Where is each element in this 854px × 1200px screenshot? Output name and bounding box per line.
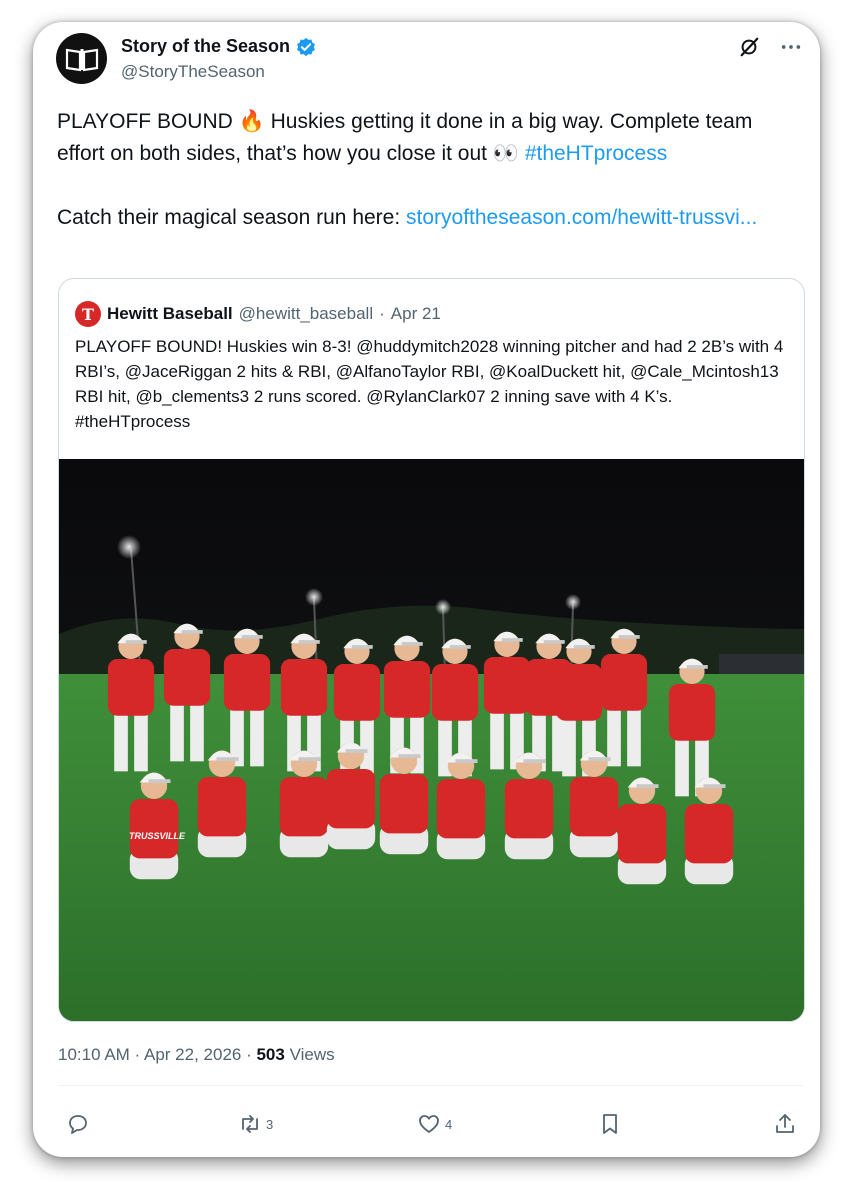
- like-count: 4: [445, 1116, 453, 1132]
- team-photo[interactable]: TRUSSVILLE: [59, 459, 804, 1021]
- action-bar: 3 4: [58, 1112, 803, 1144]
- external-link[interactable]: storyoftheseason.com/hewitt-trussvi...: [406, 206, 757, 229]
- repost-count: 3: [266, 1116, 274, 1132]
- bookmark-button[interactable]: [598, 1112, 622, 1136]
- author-name[interactable]: Story of the Season: [121, 36, 290, 57]
- tweet-timestamp[interactable]: 10:10 AM · Apr 22, 2026 ·: [58, 1045, 256, 1064]
- bookmark-icon: [603, 1114, 617, 1134]
- grok-icon[interactable]: [738, 36, 760, 58]
- views-label: Views: [284, 1045, 335, 1064]
- tweet-meta: 10:10 AM · Apr 22, 2026 · 503 Views: [58, 1045, 335, 1065]
- reply-icon: [69, 1115, 87, 1134]
- share-button[interactable]: [773, 1112, 797, 1136]
- like-icon: [419, 1115, 439, 1133]
- author-avatar[interactable]: [56, 33, 107, 84]
- quoted-tweet[interactable]: T Hewitt Baseball @hewitt_baseball · Apr…: [58, 278, 805, 1022]
- more-icon[interactable]: [780, 36, 802, 58]
- views-count: 503: [256, 1045, 285, 1064]
- hashtag-link[interactable]: #theHTprocess: [525, 142, 667, 165]
- repost-button[interactable]: 3: [238, 1112, 273, 1136]
- jersey-text: TRUSSVILLE: [129, 831, 186, 841]
- players-group: TRUSSVILLE: [107, 623, 734, 885]
- quoted-author-handle[interactable]: @hewitt_baseball: [239, 304, 373, 324]
- author-handle[interactable]: @StoryTheSeason: [121, 62, 265, 82]
- reply-button[interactable]: [66, 1112, 90, 1136]
- share-icon: [776, 1114, 794, 1133]
- quoted-text: PLAYOFF BOUND! Huskies win 8-3! @huddymi…: [75, 337, 784, 431]
- quoted-avatar[interactable]: T: [75, 301, 101, 327]
- quoted-author-name[interactable]: Hewitt Baseball: [107, 304, 233, 324]
- repost-icon: [242, 1115, 258, 1133]
- divider: [58, 1085, 803, 1086]
- verified-icon: [297, 37, 316, 56]
- like-button[interactable]: 4: [417, 1112, 452, 1136]
- quoted-dot: ·: [379, 304, 385, 323]
- tweet-text: PLAYOFF BOUND 🔥 Huskies getting it done …: [57, 106, 802, 234]
- tweet-card: Story of the Season @StoryTheSeason PLAY…: [33, 22, 820, 1157]
- tweet-text-part2: Catch their magical season run here:: [57, 206, 407, 229]
- book-logo-icon: [65, 48, 98, 71]
- quoted-date[interactable]: Apr 21: [391, 304, 441, 324]
